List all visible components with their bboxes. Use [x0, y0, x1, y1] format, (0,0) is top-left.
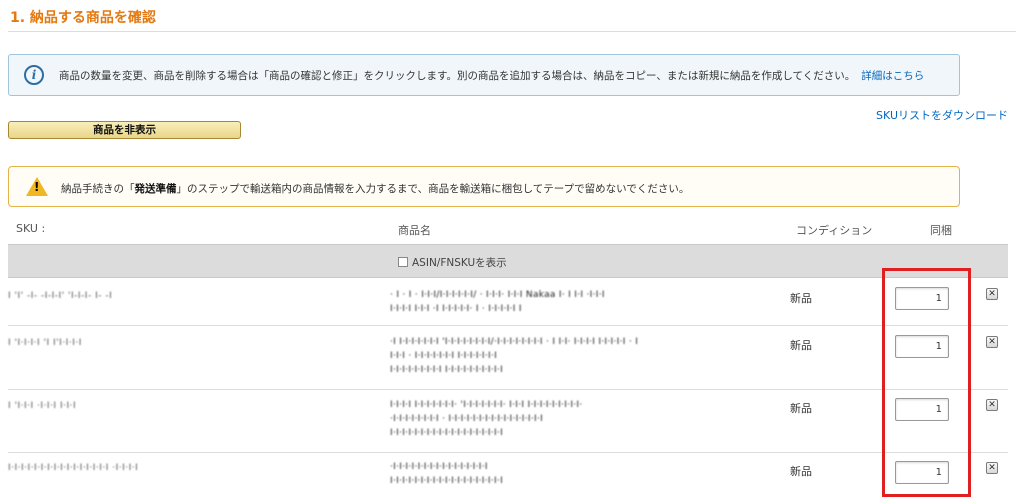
row-1-condition: 新品: [790, 292, 812, 305]
checkbox-icon[interactable]: [398, 257, 408, 267]
title-divider: [8, 31, 1016, 32]
row-1-product-name-line-2: I·I·I·I I·I·I ·I I·I·I·I·I· I · I·I·I·I·…: [390, 304, 522, 314]
details-link[interactable]: 詳細はこちら: [861, 70, 924, 82]
hide-products-button[interactable]: 商品を非表示: [8, 121, 241, 139]
row-2-remove-icon[interactable]: ✕: [986, 336, 998, 348]
sku-list-download-link[interactable]: SKUリストをダウンロード: [876, 107, 1008, 123]
warning-text-post: 」のステップで輸送箱内の商品情報を入力するまで、商品を輸送箱に梱包してテープで留…: [176, 183, 690, 195]
row-3-sku: I 'I·I·I ·I·I·I I·I·I: [8, 401, 77, 411]
row-4-product-name-line-2: I·I·I·I·I·I·I·I·I·I·I·I·I·I·I·I·I·I·I: [390, 476, 504, 486]
asin-fnsku-label: ASIN/FNSKUを表示: [412, 257, 507, 269]
row-4-product-name-line-1: ·I·I·I·I·I·I·I·I·I·I·I·I·I·I·I·I: [390, 462, 488, 472]
asin-toggle-row: ASIN/FNSKUを表示: [8, 244, 1008, 278]
row-2-condition: 新品: [790, 339, 812, 352]
column-header-sku: SKU :: [16, 222, 46, 235]
row-4-condition: 新品: [790, 465, 812, 478]
row-divider: [8, 325, 1008, 326]
row-2-product-name-line-1: ·I I·I·I·I·I·I·I 'I·I·I·I·I·I·I·I/·I·I·I…: [390, 337, 639, 347]
warning-text: 納品手続きの「発送準備」のステップで輸送箱内の商品情報を入力するまで、商品を輸送…: [61, 181, 689, 196]
warning-text-bold: 発送準備: [134, 183, 177, 195]
warning-box: ! 納品手続きの「発送準備」のステップで輸送箱内の商品情報を入力するまで、商品を…: [8, 166, 960, 207]
info-text: 商品の数量を変更、商品を削除する場合は「商品の確認と修正」をクリックします。別の…: [59, 68, 924, 83]
row-2-sku: I 'I·I·I·I 'I I'I·I·I·I: [8, 338, 82, 348]
row-3-product-name-line-1: I·I·I·I I·I·I·I·I·I·I· 'I·I·I·I·I·I·I· I…: [390, 400, 583, 410]
row-1-product-name-line-1: · I · I · I·I·I/I·I·I·I·I·I/ · I·I·I· I·…: [390, 290, 605, 300]
row-1-sku: I 'I' -I- -I-I-I' 'I-I-I- I- -I: [8, 291, 113, 301]
row-4-remove-icon[interactable]: ✕: [986, 462, 998, 474]
info-icon: i: [24, 65, 44, 85]
quantity-highlight-box: [882, 268, 971, 497]
row-3-product-name-line-2: ·I·I·I·I·I·I·I·I · I·I·I·I·I·I·I·I·I·I·I…: [390, 414, 544, 424]
row-4-sku: I·I·I·I·I·I·I·I·I·I·I·I·I·I·I·I ·I·I·I·I: [8, 463, 139, 473]
row-3-condition: 新品: [790, 402, 812, 415]
column-header-name: 商品名: [398, 224, 431, 237]
row-divider: [8, 452, 1008, 453]
row-1-remove-icon[interactable]: ✕: [986, 288, 998, 300]
row-3-product-name-line-3: I·I·I·I·I·I·I·I·I·I·I·I·I·I·I·I·I·I·I: [390, 428, 504, 438]
column-header-quantity: 同梱: [930, 224, 952, 237]
row-2-product-name-line-3: I·I·I·I·I·I·I·I·I I·I·I·I·I·I·I·I·I·I: [390, 365, 504, 375]
page-title: 1. 納品する商品を確認: [10, 10, 156, 26]
warning-text-pre: 納品手続きの「: [61, 183, 135, 195]
warning-icon: !: [26, 177, 48, 196]
asin-fnsku-checkbox[interactable]: ASIN/FNSKUを表示: [398, 255, 507, 270]
info-message: 商品の数量を変更、商品を削除する場合は「商品の確認と修正」をクリックします。別の…: [59, 70, 856, 82]
row-3-remove-icon[interactable]: ✕: [986, 399, 998, 411]
row-divider: [8, 389, 1008, 390]
row-2-product-name-line-2: I·I·I · I·I·I·I·I·I·I I·I·I·I·I·I·I: [390, 351, 498, 361]
column-header-condition: コンディション: [796, 224, 873, 237]
info-box: i 商品の数量を変更、商品を削除する場合は「商品の確認と修正」をクリックします。…: [8, 54, 960, 96]
